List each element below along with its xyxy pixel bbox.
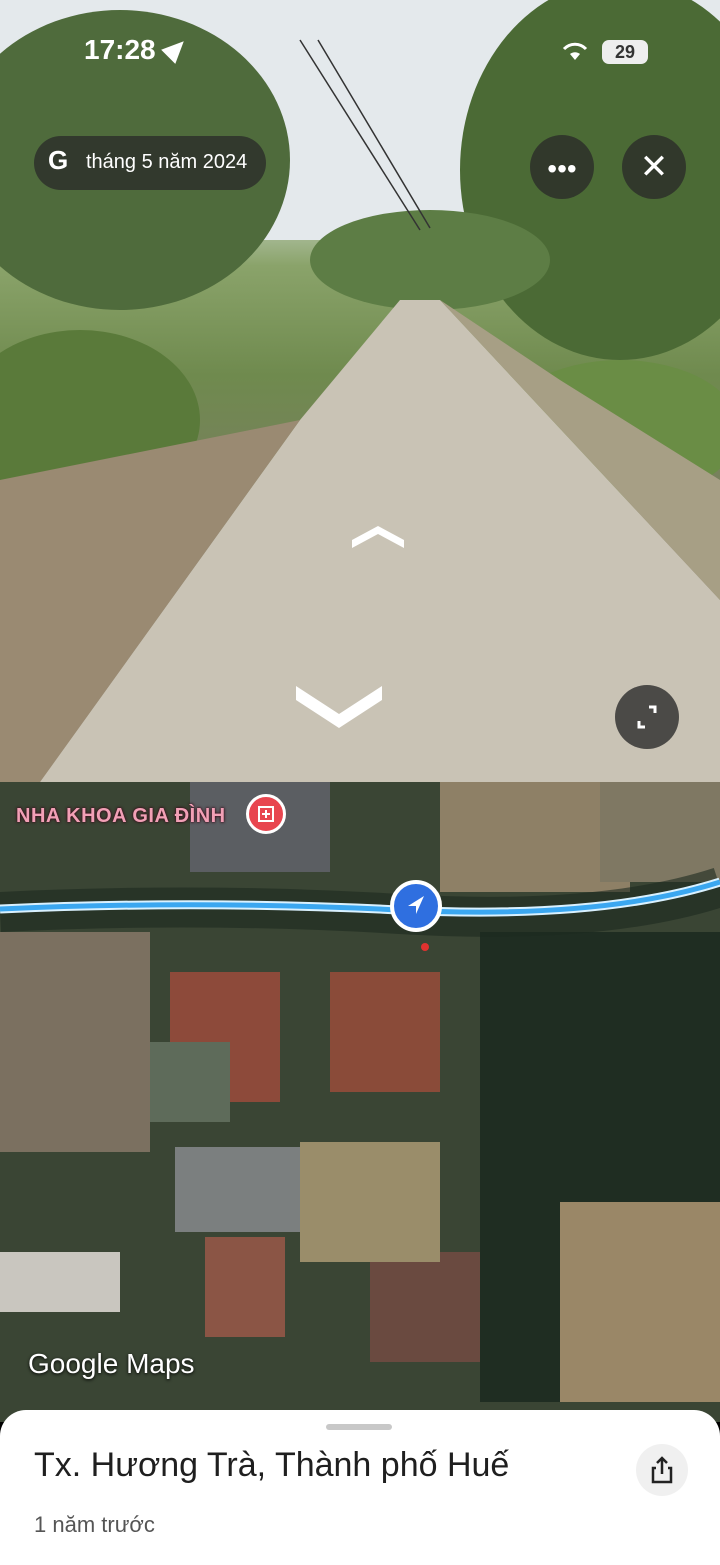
wifi-icon	[562, 42, 588, 60]
status-time: 17:28	[84, 34, 156, 65]
move-back-arrow-icon[interactable]	[296, 668, 382, 730]
share-icon	[651, 1456, 673, 1484]
battery-indicator: 29	[602, 40, 648, 64]
poi-label[interactable]: NHA KHOA GIA ĐÌNH	[16, 805, 226, 828]
sheet-grabber[interactable]	[326, 1424, 392, 1430]
google-maps-logo: Google Maps	[28, 1348, 195, 1379]
place-title: Tx. Hương Trà, Thành phố Huế	[34, 1446, 510, 1484]
close-button[interactable]: ✕	[622, 135, 686, 199]
close-icon: ✕	[639, 148, 669, 186]
street-view-position-icon	[390, 880, 442, 932]
share-button[interactable]	[636, 1444, 688, 1496]
google-g-icon: G	[48, 145, 69, 175]
place-sheet[interactable]: Tx. Hương Trà, Thành phố Huế 1 năm trước	[0, 1410, 720, 1565]
move-forward-arrow-icon[interactable]	[352, 522, 404, 550]
dental-clinic-icon[interactable]	[246, 794, 286, 834]
street-scene	[0, 0, 720, 782]
more-options-button[interactable]: •••	[530, 135, 594, 199]
street-view-coverage-line	[0, 877, 720, 951]
expand-icon	[637, 705, 657, 729]
satellite-map[interactable]	[0, 782, 720, 1422]
place-subtitle: 1 năm trước	[34, 1512, 155, 1537]
capture-date: tháng 5 năm 2024	[86, 151, 248, 173]
street-view-panorama[interactable]: 17:28 29 G tháng 5 năm 2024 ••• ✕	[0, 0, 720, 782]
more-horizontal-icon: •••	[547, 153, 577, 184]
expand-button[interactable]	[615, 685, 679, 749]
date-chip[interactable]: G tháng 5 năm 2024	[34, 136, 266, 190]
